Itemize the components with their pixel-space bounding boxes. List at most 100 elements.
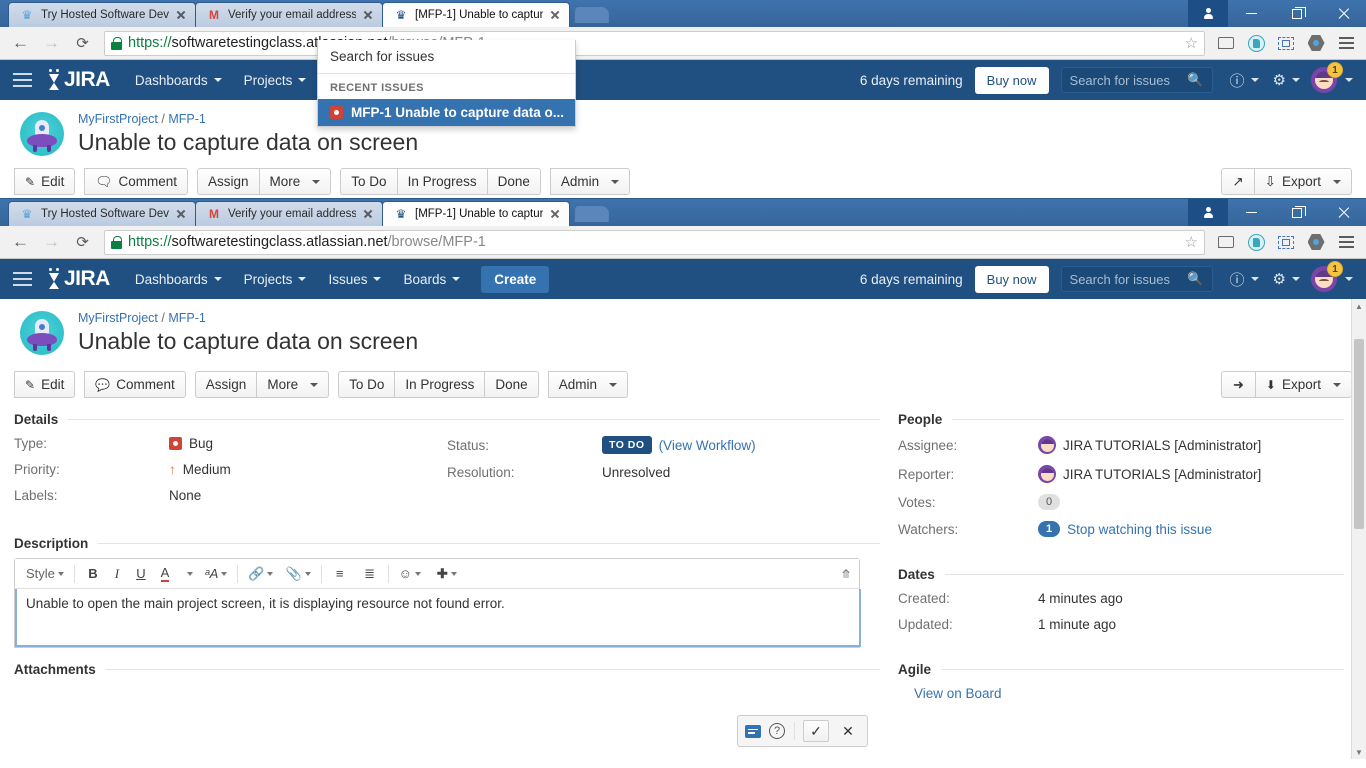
admin-button[interactable]: Admin <box>547 371 628 398</box>
attach-icon[interactable]: 📎 <box>282 563 313 585</box>
admin-button[interactable]: Admin <box>549 168 631 195</box>
browser-window-back[interactable]: ♛ Try Hosted Software Devel M Verify you… <box>0 0 1366 200</box>
close-button[interactable] <box>1320 199 1366 226</box>
address-bar[interactable]: https://softwaretestingclass.atlassian.n… <box>104 30 1205 56</box>
close-icon[interactable] <box>362 208 374 220</box>
text-effects-button[interactable]: ᵃA <box>202 563 230 585</box>
nav-boards[interactable]: Boards <box>392 259 471 299</box>
insert-plus-icon[interactable]: ✚ <box>434 563 460 585</box>
maximize-button[interactable] <box>1274 199 1320 226</box>
numbered-list-icon[interactable]: ≣ <box>359 563 381 585</box>
italic-button[interactable]: I <box>106 563 128 585</box>
assign-button[interactable]: Assign <box>196 168 259 195</box>
browser-window-front[interactable]: ♛ Try Hosted Software Devel M Verify you… <box>0 198 1366 768</box>
underline-button[interactable]: U <box>130 563 152 585</box>
close-icon[interactable] <box>175 9 187 21</box>
back-button[interactable]: ← <box>6 29 35 58</box>
close-icon[interactable] <box>549 9 561 21</box>
help-icon[interactable]: ⓘ <box>1223 70 1266 91</box>
close-icon[interactable] <box>549 208 561 220</box>
export-button[interactable]: ⇩ Export <box>1253 168 1352 195</box>
dropdown-search-for-issues[interactable]: Search for issues <box>318 40 575 74</box>
minimize-button[interactable] <box>1228 199 1274 226</box>
stop-watching-link[interactable]: Stop watching this issue <box>1067 522 1212 537</box>
buy-now-button[interactable]: Buy now <box>974 66 1049 94</box>
browser-tab[interactable]: M Verify your email address - <box>195 2 383 27</box>
new-tab-button[interactable] <box>574 7 610 23</box>
scroll-up-arrow[interactable]: ▲ <box>1352 299 1366 313</box>
reload-button[interactable]: ⟳ <box>68 228 97 257</box>
preview-icon[interactable] <box>744 723 762 739</box>
bookmark-star-icon[interactable]: ☆ <box>1185 233 1198 251</box>
nav-dashboards[interactable]: Dashboards <box>124 60 233 100</box>
dropdown-item-mfp-1[interactable]: MFP-1 Unable to capture data o... <box>318 99 575 126</box>
browser-tab-active[interactable]: ♛ [MFP-1] Unable to capture <box>382 201 570 226</box>
page-scrollbar[interactable]: ▲ ▼ <box>1351 299 1366 759</box>
bold-button[interactable]: B <box>82 563 104 585</box>
avatar-caret-icon[interactable] <box>1337 78 1360 82</box>
screenshot-icon[interactable] <box>1272 228 1300 257</box>
done-button[interactable]: Done <box>486 168 541 195</box>
gear-icon[interactable]: ⚙ <box>1266 270 1307 288</box>
issues-dropdown-menu[interactable]: Search for issues RECENT ISSUES MFP-1 Un… <box>317 40 576 127</box>
text-color-button[interactable]: A <box>154 563 176 585</box>
search-input[interactable]: Search for issues 🔍 <box>1060 67 1213 93</box>
forward-button[interactable]: → <box>37 29 66 58</box>
avatar[interactable]: 1 <box>1311 261 1343 292</box>
text-color-dropdown[interactable] <box>178 563 200 585</box>
todo-button[interactable]: To Do <box>338 371 395 398</box>
description-editor[interactable]: Style B I U A ᵃA 🔗 📎 ≡ ≣ ☺ ✚ ⤊ Unable to… <box>14 558 861 648</box>
nav-dashboards[interactable]: Dashboards <box>124 259 233 299</box>
done-button[interactable]: Done <box>484 371 539 398</box>
jira-logo[interactable]: JIRA <box>44 60 124 100</box>
browser-tab[interactable]: ♛ Try Hosted Software Devel <box>8 201 196 226</box>
address-bar[interactable]: https://softwaretestingclass.atlassian.n… <box>104 229 1205 255</box>
close-button[interactable] <box>1320 0 1366 27</box>
browser-tab[interactable]: ♛ Try Hosted Software Devel <box>8 2 196 27</box>
collapse-toolbar-icon[interactable]: ⤊ <box>841 567 851 581</box>
screenshot-icon[interactable] <box>1272 29 1300 58</box>
jira-logo[interactable]: JIRA <box>44 259 124 299</box>
reload-button[interactable]: ⟳ <box>68 29 97 58</box>
share-button[interactable]: ↗ <box>1221 168 1254 195</box>
more-button[interactable]: More <box>258 168 332 195</box>
breadcrumb-project[interactable]: MyFirstProject <box>78 112 158 126</box>
avatar[interactable]: 1 <box>1311 62 1343 93</box>
more-button[interactable]: More <box>256 371 330 398</box>
nav-issues[interactable]: Issues <box>317 259 392 299</box>
gear-icon[interactable]: ⚙ <box>1266 71 1307 89</box>
style-dropdown[interactable]: Style <box>23 563 67 585</box>
scroll-down-arrow[interactable]: ▼ <box>1352 745 1366 759</box>
bullet-list-icon[interactable]: ≡ <box>329 563 351 585</box>
close-icon[interactable] <box>175 208 187 220</box>
bookmark-star-icon[interactable]: ☆ <box>1185 34 1198 52</box>
link-icon[interactable]: 🔗 <box>245 563 276 585</box>
user-profile-icon[interactable] <box>1188 199 1228 226</box>
comment-button[interactable]: 💬 Comment <box>84 371 186 398</box>
breadcrumb-issue-key[interactable]: MFP-1 <box>168 311 206 325</box>
forward-button[interactable]: → <box>37 228 66 257</box>
minimize-button[interactable] <box>1228 0 1274 27</box>
hamburger-icon[interactable] <box>0 259 44 299</box>
nav-projects[interactable]: Projects <box>233 60 318 100</box>
cancel-button[interactable]: ✕ <box>835 720 861 742</box>
confirm-button[interactable]: ✓ <box>803 720 829 742</box>
todo-button[interactable]: To Do <box>340 168 397 195</box>
view-workflow-link[interactable]: (View Workflow) <box>659 438 756 453</box>
export-button[interactable]: ⬇ Export <box>1254 371 1352 398</box>
browser-tab-active[interactable]: ♛ [MFP-1] Unable to capture <box>382 2 570 27</box>
cast-icon[interactable] <box>1212 228 1240 257</box>
avatar-caret-icon[interactable] <box>1337 277 1360 281</box>
browser-tab[interactable]: M Verify your email address - <box>195 201 383 226</box>
help-icon[interactable]: ? <box>768 723 786 739</box>
evernote-icon[interactable] <box>1242 228 1270 257</box>
description-textarea[interactable]: Unable to open the main project screen, … <box>15 589 861 647</box>
create-button[interactable]: Create <box>481 265 550 293</box>
emoji-icon[interactable]: ☺ <box>396 563 424 585</box>
in-progress-button[interactable]: In Progress <box>394 371 485 398</box>
edit-button[interactable]: ✎ Edit <box>14 168 76 195</box>
adblock-icon[interactable] <box>1302 228 1330 257</box>
comment-button[interactable]: 🗨 Comment <box>84 168 188 195</box>
help-icon[interactable]: ⓘ <box>1223 269 1266 290</box>
chrome-menu-icon[interactable] <box>1332 228 1360 257</box>
